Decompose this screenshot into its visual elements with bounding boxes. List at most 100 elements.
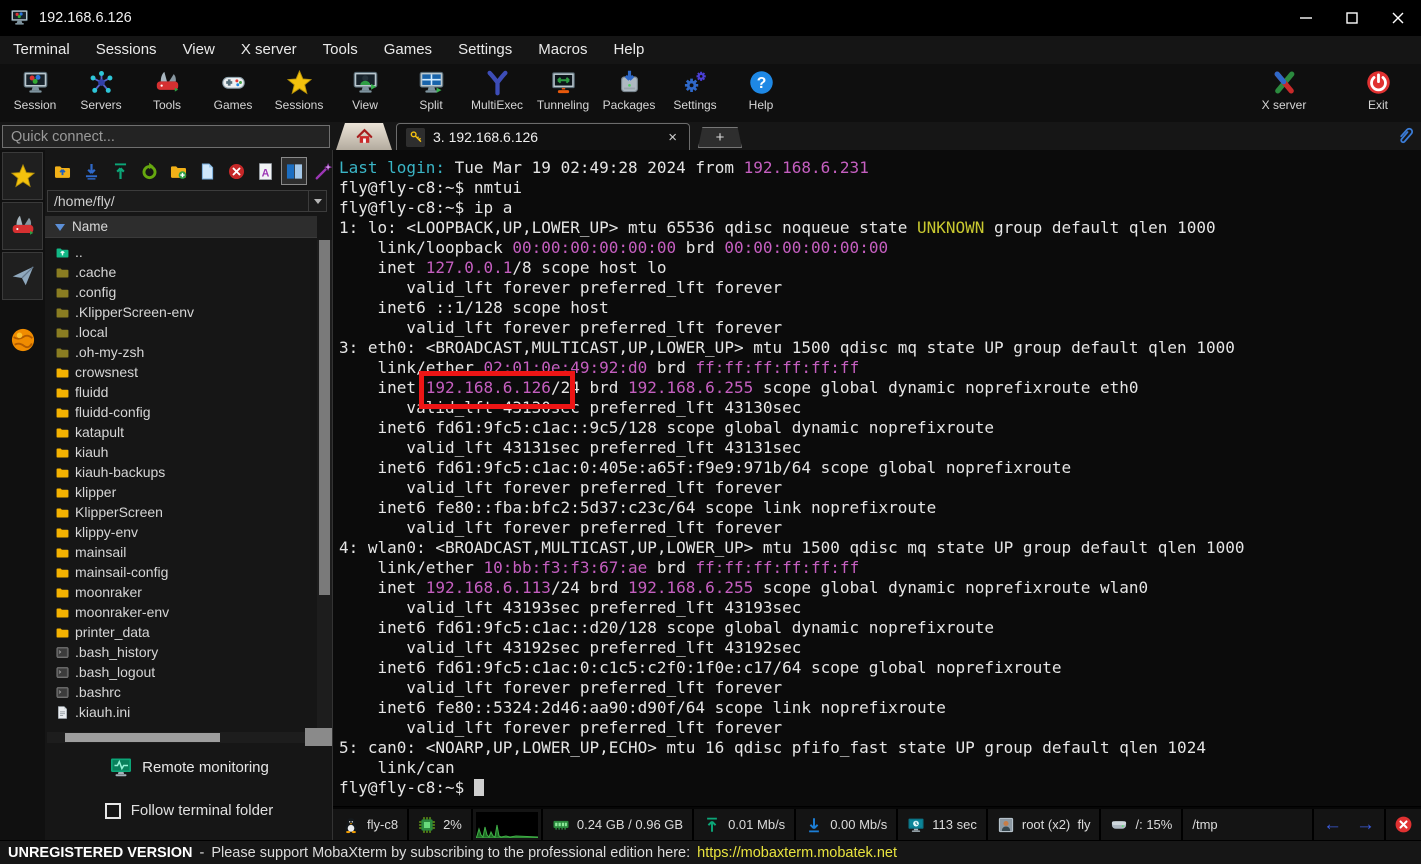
strip-sessions-star-tab[interactable]	[2, 152, 43, 200]
terminal-line: 4: wlan0: <BROADCAST,MULTICAST,UP,LOWER_…	[339, 538, 1421, 558]
toolbar-tools-button[interactable]: Tools	[134, 68, 200, 112]
path-bar[interactable]: /home/fly/	[47, 190, 327, 212]
toolbar-label: Session	[14, 98, 57, 112]
file-row[interactable]: printer_data	[45, 622, 317, 642]
file-row[interactable]: kiauh	[45, 442, 317, 462]
file-row[interactable]: .bash_logout	[45, 662, 317, 682]
terminal[interactable]: Last login: Tue Mar 19 02:49:28 2024 fro…	[333, 150, 1421, 806]
file-name: .KlipperScreen-env	[75, 304, 194, 320]
follow-terminal-folder-row[interactable]: Follow terminal folder	[45, 802, 333, 819]
disk-icon	[1110, 816, 1128, 834]
footer-text: Please support MobaXterm by subscribing …	[211, 845, 690, 861]
menu-view[interactable]: View	[170, 36, 228, 64]
toolbar-settings-button[interactable]: Settings	[662, 68, 728, 112]
toolbar-x-server-button[interactable]: X server	[1251, 68, 1317, 112]
updir-icon	[55, 245, 70, 260]
filetb-parent-folder-button[interactable]	[49, 157, 75, 185]
menu-help[interactable]: Help	[600, 36, 657, 64]
menu-games[interactable]: Games	[371, 36, 445, 64]
paperclip-icon[interactable]	[1394, 125, 1415, 146]
file-name: .local	[75, 324, 108, 340]
toolbar-split-button[interactable]: Split	[398, 68, 464, 112]
file-row[interactable]: .bash_history	[45, 642, 317, 662]
file-row[interactable]: .KlipperScreen-env	[45, 302, 317, 322]
toolbar-exit-button[interactable]: Exit	[1345, 68, 1411, 112]
file-name: moonraker-env	[75, 604, 169, 620]
vertical-scrollbar-thumb[interactable]	[319, 240, 330, 595]
file-row[interactable]: fluidd	[45, 382, 317, 402]
toolbar-multiexec-button[interactable]: MultiExec	[464, 68, 530, 112]
horizontal-scrollbar-thumb[interactable]	[65, 733, 220, 742]
filetb-text-editor-button[interactable]: A	[252, 157, 278, 185]
filetb-new-file-button[interactable]	[194, 157, 220, 185]
file-row[interactable]: ..	[45, 242, 317, 262]
app-icon	[10, 8, 29, 28]
toolbar-games-button[interactable]: Games	[200, 68, 266, 112]
filetb-download-button[interactable]	[78, 157, 104, 185]
file-row[interactable]: .local	[45, 322, 317, 342]
footer-link[interactable]: https://mobaxterm.mobatek.net	[697, 845, 897, 861]
toolbar-session-button[interactable]: Session	[2, 68, 68, 112]
file-row[interactable]: mainsail-config	[45, 562, 317, 582]
footer-separator: -	[200, 845, 205, 861]
vertical-scrollbar[interactable]	[317, 240, 332, 728]
file-row[interactable]: moonraker-env	[45, 602, 317, 622]
status-close-button[interactable]	[1386, 809, 1421, 840]
tab-session[interactable]: 3. 192.168.6.126 ×	[396, 123, 690, 150]
file-row[interactable]: kiauh-backups	[45, 462, 317, 482]
close-button[interactable]	[1375, 0, 1421, 36]
menu-macros[interactable]: Macros	[525, 36, 600, 64]
file-row[interactable]: .cache	[45, 262, 317, 282]
file-row[interactable]: klippy-env	[45, 522, 317, 542]
nav-back-icon[interactable]: ←	[1323, 814, 1342, 836]
strip-macros-plane-tab[interactable]	[2, 252, 43, 300]
terminal-line: Last login: Tue Mar 19 02:49:28 2024 fro…	[339, 158, 1421, 178]
terminal-line: valid_lft 43130sec preferred_lft 43130se…	[339, 398, 1421, 418]
toolbar-view-button[interactable]: View	[332, 68, 398, 112]
file-row[interactable]: klipper	[45, 482, 317, 502]
file-row[interactable]: katapult	[45, 422, 317, 442]
tab-close-icon[interactable]: ×	[665, 129, 680, 146]
file-row[interactable]: fluidd-config	[45, 402, 317, 422]
menu-x-server[interactable]: X server	[228, 36, 310, 64]
menu-tools[interactable]: Tools	[310, 36, 371, 64]
toolbar-tunneling-button[interactable]: Tunneling	[530, 68, 596, 112]
file-name: crowsnest	[75, 364, 138, 380]
strip-globe-tab[interactable]	[0, 314, 45, 366]
file-row[interactable]: KlipperScreen	[45, 502, 317, 522]
maximize-button[interactable]	[1329, 0, 1375, 36]
toolbar-sessions-button[interactable]: Sessions	[266, 68, 332, 112]
file-list-header[interactable]: Name	[45, 216, 317, 238]
quick-connect-input[interactable]	[2, 125, 330, 148]
follow-checkbox[interactable]	[105, 803, 121, 819]
tab-home[interactable]	[336, 123, 392, 150]
filetb-refresh-button[interactable]	[136, 157, 162, 185]
path-dropdown-icon[interactable]	[308, 191, 326, 211]
house-icon	[355, 127, 374, 146]
new-tab-button[interactable]: +	[698, 127, 742, 148]
toolbar-servers-button[interactable]: Servers	[68, 68, 134, 112]
filetb-new-folder-button[interactable]	[165, 157, 191, 185]
filetb-upload-button[interactable]	[107, 157, 133, 185]
filetb-dual-panel-button[interactable]	[281, 157, 307, 185]
strip-tools-knife-tab[interactable]	[2, 202, 43, 250]
minimize-button[interactable]	[1283, 0, 1329, 36]
file-row[interactable]: .kiauh.ini	[45, 702, 317, 722]
file-row[interactable]: .config	[45, 282, 317, 302]
file-row[interactable]: mainsail	[45, 542, 317, 562]
toolbar-packages-button[interactable]: Packages	[596, 68, 662, 112]
toolbar-label: X server	[1262, 98, 1307, 112]
horizontal-scrollbar[interactable]	[47, 732, 305, 743]
file-row[interactable]: moonraker	[45, 582, 317, 602]
menu-terminal[interactable]: Terminal	[0, 36, 83, 64]
filetb-delete-button[interactable]	[223, 157, 249, 185]
file-row[interactable]: crowsnest	[45, 362, 317, 382]
nav-forward-icon[interactable]: →	[1356, 814, 1375, 836]
file-row[interactable]: .bashrc	[45, 682, 317, 702]
menu-sessions[interactable]: Sessions	[83, 36, 170, 64]
menu-settings[interactable]: Settings	[445, 36, 525, 64]
file-row[interactable]: .oh-my-zsh	[45, 342, 317, 362]
toolbar-help-button[interactable]: ?Help	[728, 68, 794, 112]
remote-monitoring-button[interactable]: Remote monitoring	[45, 755, 333, 779]
split-icon	[418, 68, 445, 96]
